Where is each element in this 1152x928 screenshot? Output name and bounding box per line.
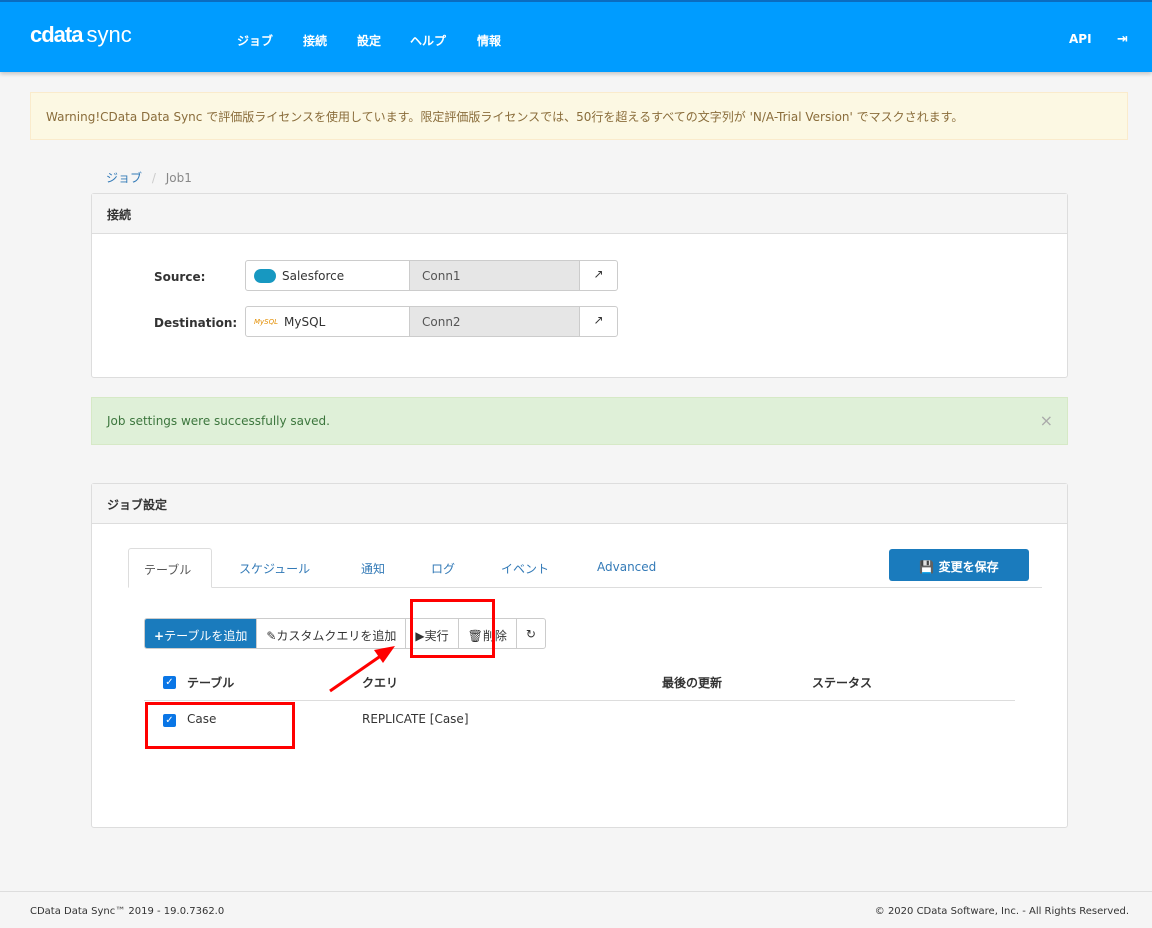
footer-copyright: © 2020 CData Software, Inc. - All Rights… bbox=[874, 906, 1129, 917]
footer: CData Data Sync™ 2019 - 19.0.7362.0 © 20… bbox=[0, 891, 1152, 928]
footer-version: CData Data Sync™ 2019 - 19.0.7362.0 bbox=[30, 906, 225, 917]
annotation-arrow bbox=[329, 646, 395, 693]
